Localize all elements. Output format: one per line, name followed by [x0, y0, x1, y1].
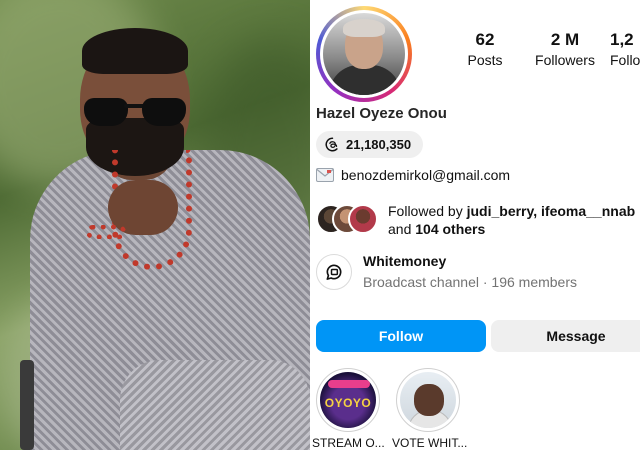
highlight-ring: OYOYO	[316, 368, 380, 432]
email-text: benozdemirkol@gmail.com	[341, 167, 511, 183]
posts-count: 62	[475, 30, 495, 49]
following-label: Follo	[610, 52, 640, 68]
follow-button[interactable]: Follow	[316, 320, 486, 352]
email-link[interactable]: benozdemirkol@gmail.com	[316, 167, 510, 183]
photo-panel	[0, 0, 310, 450]
threads-badge[interactable]: 21,180,350	[316, 131, 424, 158]
chair-frame	[20, 360, 34, 450]
highlight-label: VOTE WHIT...	[392, 436, 468, 450]
highlight-ring	[396, 368, 460, 432]
highlight-cover-text: OYOYO	[324, 396, 372, 410]
envelope-icon	[316, 168, 334, 182]
story-highlight[interactable]: VOTE WHIT...	[392, 368, 468, 450]
threads-icon	[324, 137, 340, 153]
avatar	[348, 204, 378, 234]
posts-label: Posts	[467, 52, 503, 68]
coral-bead-bracelet	[86, 225, 126, 239]
instagram-profile: 62 Posts 2 M Followers 1,2 Follo Hazel O…	[310, 0, 640, 450]
braided-hair	[82, 28, 188, 74]
posts-stat[interactable]: 62 Posts	[460, 30, 510, 68]
mutual-follower-avatars	[316, 204, 380, 234]
threads-count: 21,180,350	[346, 137, 412, 152]
followed-by-and: and	[388, 221, 412, 237]
profile-avatar[interactable]	[316, 6, 412, 102]
followed-by-users: judi_berry, ifeoma__nnab	[466, 203, 636, 219]
followed-by-prefix: Followed by	[388, 203, 463, 219]
patterned-trousers	[120, 360, 310, 450]
following-count: 1,2	[610, 30, 634, 49]
followers-stat[interactable]: 2 M Followers	[530, 30, 600, 68]
highlight-label: STREAM O...	[312, 436, 385, 450]
followed-by[interactable]: Followed by judi_berry, ifeoma__nnab and…	[316, 200, 640, 240]
broadcast-channel-icon	[316, 254, 352, 290]
sunglasses	[84, 98, 188, 128]
profile-name: Hazel Oyeze Onou	[316, 105, 447, 122]
avatar-photo	[323, 13, 405, 95]
highlight-cover	[400, 372, 456, 428]
following-stat[interactable]: 1,2 Follo	[610, 30, 640, 68]
followed-by-others: 104 others	[415, 221, 486, 237]
story-highlight[interactable]: OYOYO STREAM O...	[312, 368, 385, 450]
broadcast-channel[interactable]: Whitemoney Broadcast channel · 196 membe…	[316, 252, 640, 296]
highlight-cover: OYOYO	[320, 372, 376, 428]
followers-count: 2 M	[550, 30, 580, 49]
channel-subtitle: Broadcast channel · 196 members	[363, 274, 577, 290]
message-button[interactable]: Message	[491, 320, 640, 352]
channel-title: Whitemoney	[363, 253, 447, 269]
followers-label: Followers	[535, 52, 595, 68]
followed-by-text: Followed by judi_berry, ifeoma__nnab and…	[388, 202, 635, 238]
